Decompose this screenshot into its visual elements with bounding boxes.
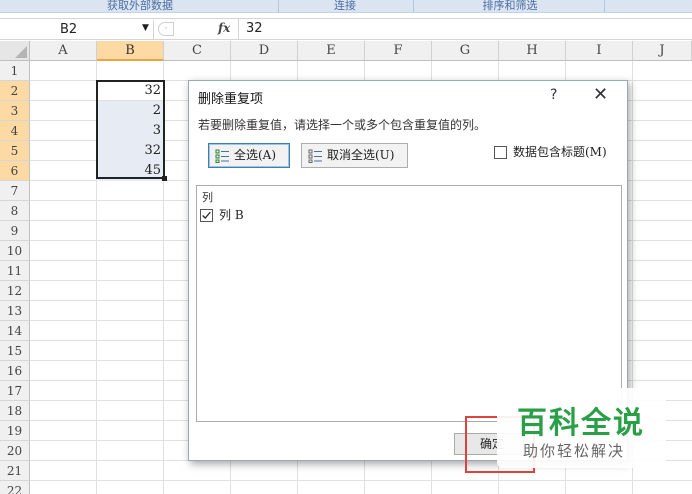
name-box[interactable]: B2 ▼ bbox=[2, 20, 154, 39]
row-header-15[interactable]: 15 bbox=[0, 341, 30, 361]
name-box-dropdown-icon[interactable]: ▼ bbox=[142, 23, 149, 33]
ribbon-group-sort-filter[interactable]: 排序和筛选 bbox=[430, 0, 590, 12]
formula-input[interactable]: 32 bbox=[246, 21, 263, 36]
row-header-3[interactable]: 3 bbox=[0, 101, 30, 121]
row-header-5[interactable]: 5 bbox=[0, 141, 30, 161]
insert-function-icon[interactable]: fx bbox=[218, 21, 230, 35]
close-icon[interactable]: ✕ bbox=[593, 84, 608, 105]
row-header-17[interactable]: 17 bbox=[0, 381, 30, 401]
ribbon-group-bar: 获取外部数据 连接 排序和筛选 bbox=[0, 0, 692, 13]
formula-bar-handle-icon[interactable]: · bbox=[158, 22, 174, 36]
row-header-9[interactable]: 9 bbox=[0, 221, 30, 241]
row-header-22[interactable]: 22 bbox=[0, 481, 30, 494]
column-header-e[interactable]: E bbox=[298, 41, 365, 61]
gridline bbox=[30, 480, 692, 481]
formula-bar-divider bbox=[238, 19, 239, 39]
ribbon-divider bbox=[604, 0, 605, 13]
column-header-c[interactable]: C bbox=[164, 41, 231, 61]
name-box-value: B2 bbox=[60, 22, 78, 37]
column-header-f[interactable]: F bbox=[365, 41, 432, 61]
row-header-4[interactable]: 4 bbox=[0, 121, 30, 141]
row-header-14[interactable]: 14 bbox=[0, 321, 30, 341]
unselect-all-icon bbox=[308, 149, 322, 163]
watermark-logo: 百科全说 助你轻松解决 bbox=[497, 388, 666, 468]
row-header-16[interactable]: 16 bbox=[0, 361, 30, 381]
has-headers-label: 数据包含标题(M) bbox=[513, 145, 607, 159]
column-header-i[interactable]: I bbox=[566, 41, 633, 61]
select-all-button[interactable]: 全选(A) bbox=[208, 143, 290, 168]
row-header-7[interactable]: 7 bbox=[0, 181, 30, 201]
column-header-a[interactable]: A bbox=[30, 41, 97, 61]
ribbon-group-connections[interactable]: 连接 bbox=[290, 0, 400, 12]
column-header-j[interactable]: J bbox=[633, 41, 692, 61]
watermark-title: 百科全说 bbox=[517, 406, 645, 441]
row-header-20[interactable]: 20 bbox=[0, 441, 30, 461]
help-icon[interactable]: ? bbox=[550, 87, 557, 103]
select-all-label: 全选(A) bbox=[234, 148, 277, 162]
dialog-instruction: 若要删除重复值，请选择一个或多个包含重复值的列。 bbox=[198, 118, 487, 132]
row-header-1[interactable]: 1 bbox=[0, 61, 30, 81]
formula-bar: B2 ▼ · fx 32 bbox=[0, 18, 692, 40]
row-header-10[interactable]: 10 bbox=[0, 241, 30, 261]
row-header-18[interactable]: 18 bbox=[0, 401, 30, 421]
row-header-2[interactable]: 2 bbox=[0, 81, 30, 101]
column-header-g[interactable]: G bbox=[432, 41, 499, 61]
select-all-corner[interactable] bbox=[0, 41, 30, 61]
checkbox-unchecked-icon[interactable] bbox=[494, 146, 507, 159]
ribbon-group-get-external-data[interactable]: 获取外部数据 bbox=[80, 0, 200, 12]
selection-range-outline bbox=[96, 80, 167, 181]
unselect-all-label: 取消全选(U) bbox=[327, 148, 395, 162]
row-header-12[interactable]: 12 bbox=[0, 281, 30, 301]
select-all-icon bbox=[215, 149, 229, 163]
column-header-d[interactable]: D bbox=[231, 41, 298, 61]
list-item-label: 列 B bbox=[219, 208, 244, 222]
column-header-h[interactable]: H bbox=[499, 41, 566, 61]
list-item-column-b[interactable]: 列 B bbox=[200, 206, 244, 223]
row-header-19[interactable]: 19 bbox=[0, 421, 30, 441]
row-header-11[interactable]: 11 bbox=[0, 261, 30, 281]
ribbon-divider bbox=[278, 0, 279, 13]
columns-list-header: 列 bbox=[202, 191, 213, 204]
column-header-b[interactable]: B bbox=[97, 41, 164, 61]
row-header-8[interactable]: 8 bbox=[0, 201, 30, 221]
dialog-title: 删除重复项 bbox=[198, 92, 264, 107]
row-header-21[interactable]: 21 bbox=[0, 461, 30, 481]
unselect-all-button[interactable]: 取消全选(U) bbox=[301, 143, 408, 168]
row-header-13[interactable]: 13 bbox=[0, 301, 30, 321]
has-headers-checkbox[interactable]: 数据包含标题(M) bbox=[494, 143, 607, 160]
columns-list[interactable]: 列 列 B bbox=[196, 185, 622, 422]
row-header-6[interactable]: 6 bbox=[0, 161, 30, 181]
watermark-subtitle: 助你轻松解决 bbox=[523, 442, 626, 460]
checkbox-checked-icon[interactable] bbox=[200, 209, 213, 222]
ribbon-divider bbox=[413, 0, 414, 13]
